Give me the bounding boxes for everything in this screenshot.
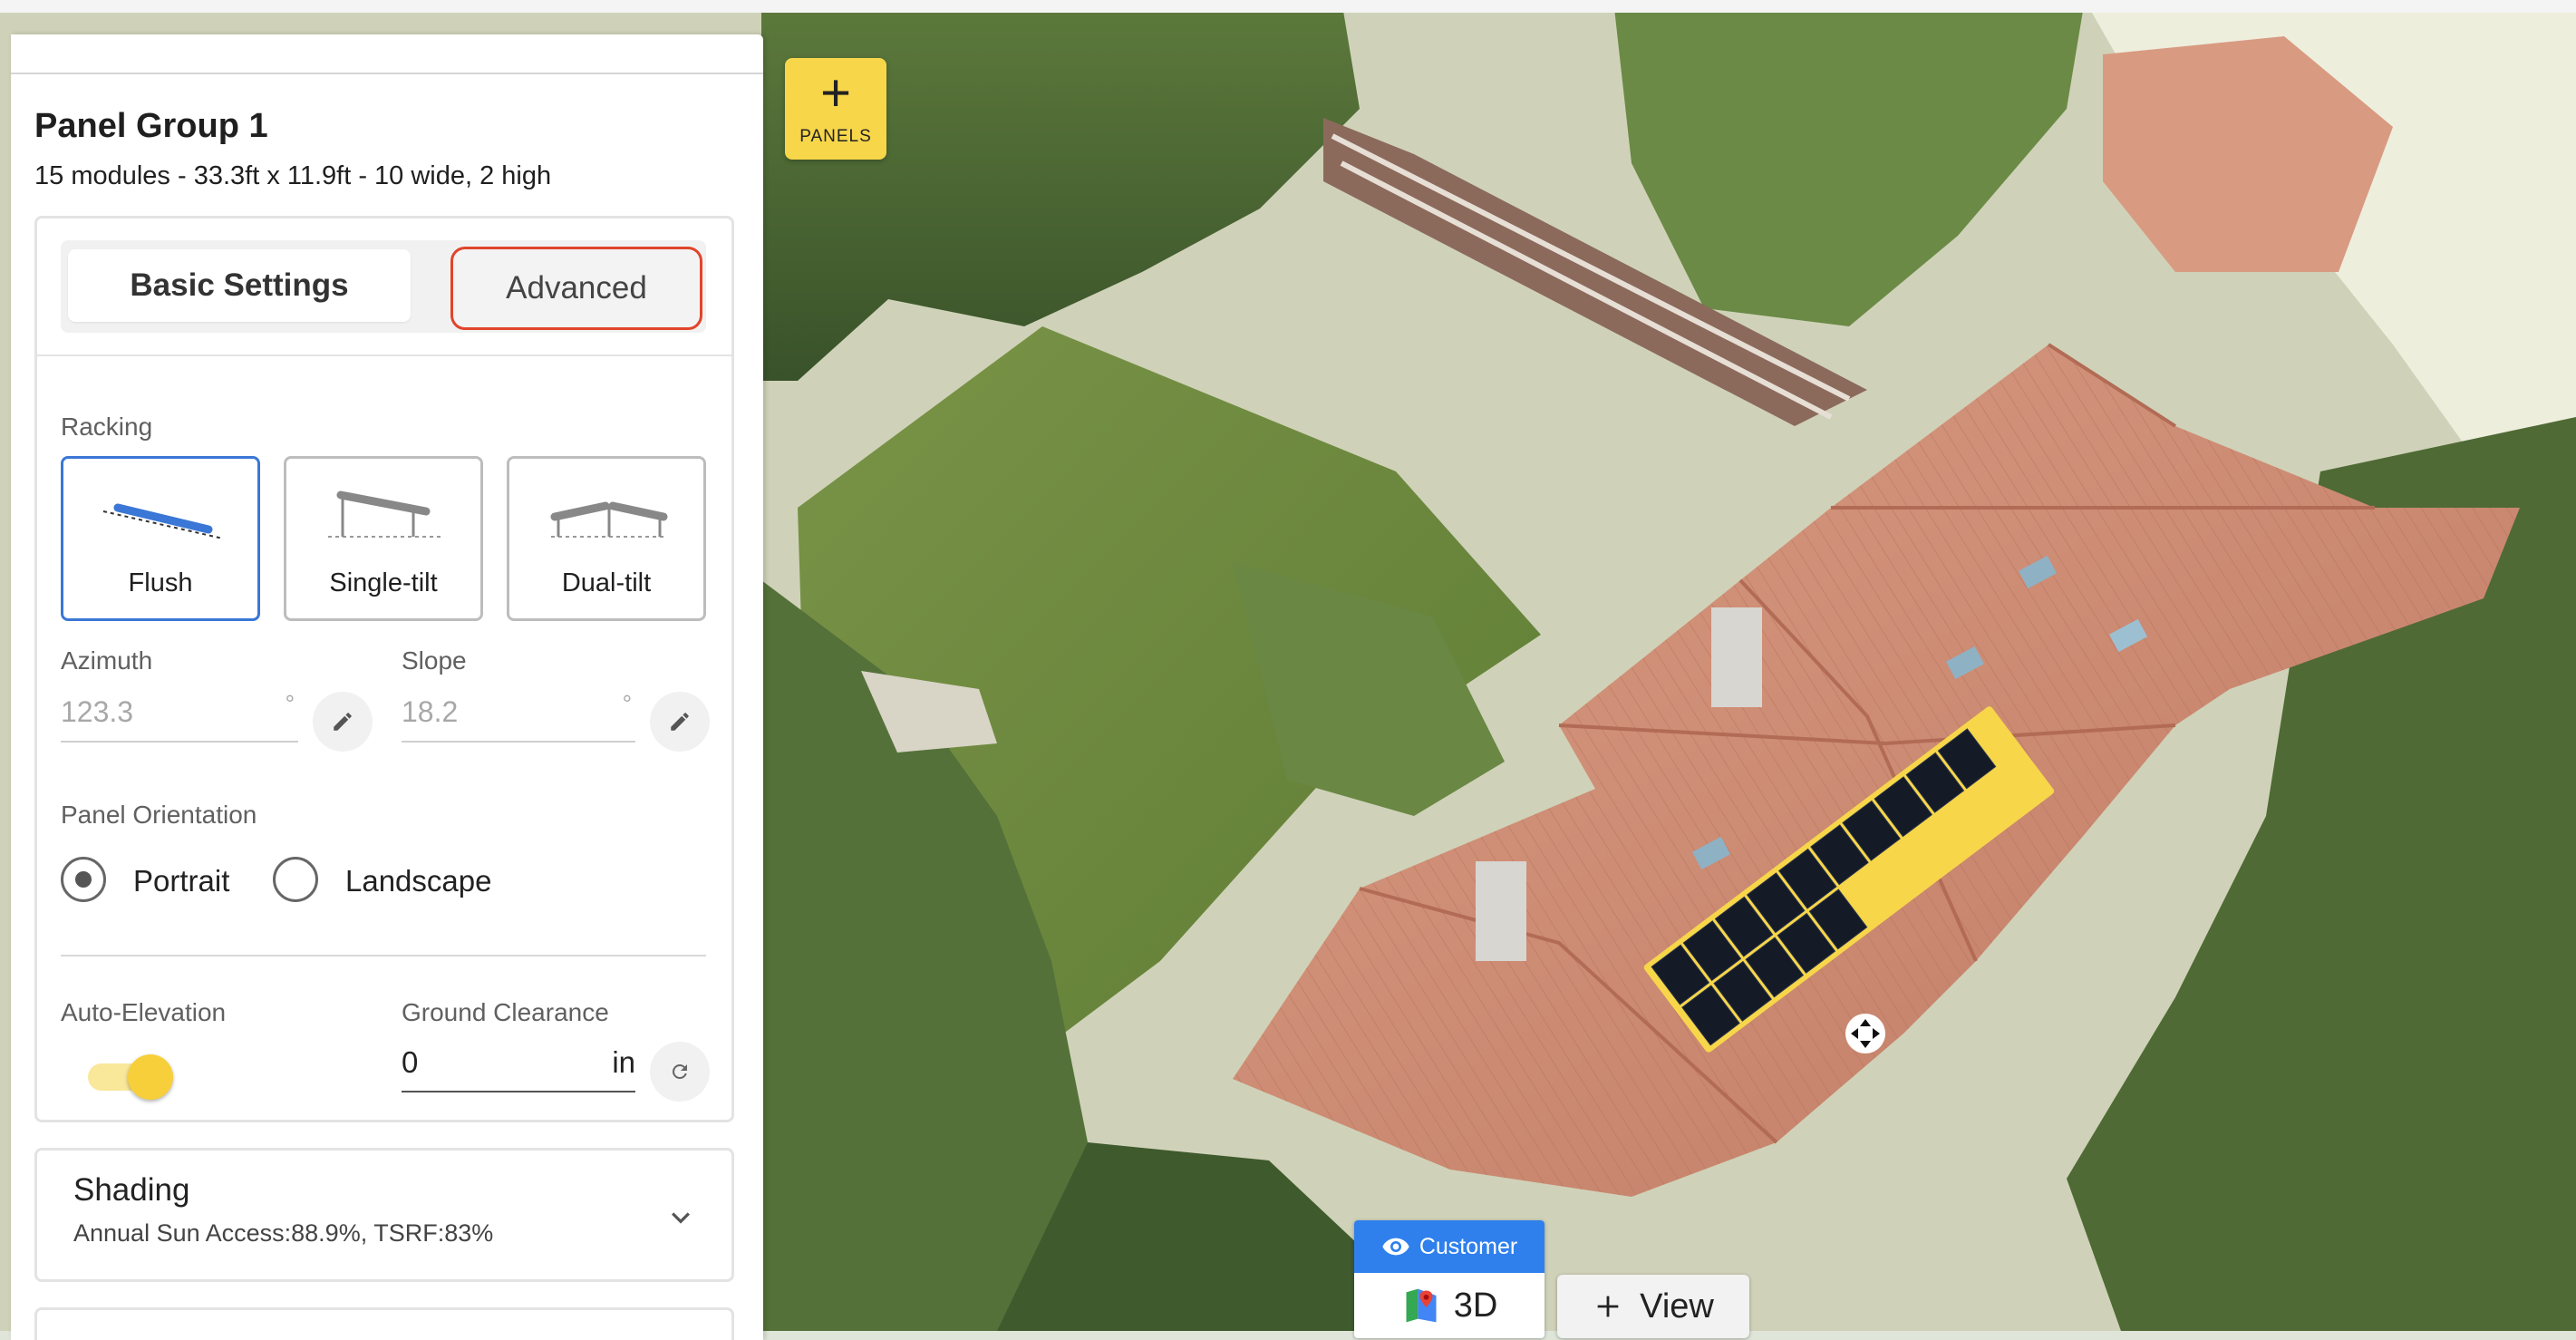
view-3d-button[interactable]: 3D [1354, 1273, 1545, 1338]
refresh-icon [672, 1064, 687, 1079]
view-3d-label: 3D [1453, 1286, 1498, 1325]
shading-section[interactable]: Shading Annual Sun Access:88.9%, TSRF:83… [34, 1148, 734, 1282]
next-section-card [34, 1307, 734, 1340]
shading-title: Shading [73, 1172, 190, 1208]
settings-tabs: Basic Settings Advanced [61, 240, 706, 333]
racking-option-dual-tilt[interactable]: Dual-tilt [507, 456, 706, 621]
racking-option-label: Dual-tilt [561, 568, 652, 597]
add-view-button[interactable]: View [1557, 1275, 1749, 1338]
racking-option-single-tilt[interactable]: Single-tilt [284, 456, 483, 621]
slope-label: Slope [402, 646, 467, 675]
single-tilt-racking-icon [328, 490, 444, 538]
azimuth-label: Azimuth [61, 646, 153, 675]
tab-advanced[interactable]: Advanced [450, 247, 702, 330]
view-mode-control: Customer 3D [1354, 1220, 1545, 1338]
landscape-radio-label[interactable]: Landscape [345, 864, 491, 898]
customer-view-label: Customer [1419, 1233, 1518, 1259]
ground-clearance-input[interactable]: 0 in [402, 1034, 635, 1092]
racking-option-label: Flush [128, 568, 193, 597]
sidebar-divider [11, 73, 763, 74]
portrait-radio[interactable] [61, 857, 106, 902]
plus-icon [1597, 1296, 1619, 1317]
top-strip [0, 0, 2576, 13]
ground-clearance-unit: in [612, 1045, 635, 1079]
orientation-divider [61, 955, 706, 956]
flush-racking-icon [102, 503, 224, 539]
slope-value: 18.2 [402, 695, 459, 728]
add-panels-button[interactable]: + PANELS [785, 58, 886, 160]
panel-group-sidebar: Panel Group 1 15 modules - 33.3ft x 11.9… [11, 34, 763, 1340]
auto-elevation-label: Auto-Elevation [61, 998, 227, 1026]
racking-label: Racking [61, 413, 153, 441]
panel-orientation-label: Panel Orientation [61, 801, 257, 829]
panel-group-summary: 15 modules - 33.3ft x 11.9ft - 10 wide, … [34, 161, 552, 190]
slope-edit-button[interactable] [650, 692, 710, 752]
dual-tilt-racking-icon [550, 501, 668, 538]
customer-view-button[interactable]: Customer [1354, 1220, 1545, 1273]
panels-button-label: PANELS [799, 127, 872, 146]
shading-summary: Annual Sun Access:88.9%, TSRF:83% [73, 1219, 494, 1247]
pencil-icon [334, 713, 352, 731]
slope-unit: ° [622, 690, 632, 717]
azimuth-edit-button[interactable] [313, 692, 373, 752]
tabs-divider [37, 354, 731, 356]
pencil-icon [671, 713, 689, 731]
auto-elevation-toggle-thumb[interactable] [128, 1054, 173, 1100]
add-view-label: View [1640, 1287, 1714, 1325]
panel-group-title: Panel Group 1 [34, 107, 268, 145]
ground-clearance-reset-button[interactable] [650, 1042, 710, 1102]
azimuth-value: 123.3 [61, 695, 134, 728]
tab-basic-settings[interactable]: Basic Settings [68, 249, 411, 322]
racking-option-label: Single-tilt [329, 568, 438, 597]
slope-input[interactable]: 18.2 ° [402, 686, 635, 743]
plus-icon: + [820, 63, 851, 122]
google-maps-icon [1406, 1288, 1437, 1323]
landscape-radio[interactable] [273, 857, 318, 902]
panel-settings-card: Basic Settings Advanced Racking Flush Si… [34, 216, 734, 1122]
ground-clearance-value: 0 [402, 1045, 419, 1079]
racking-option-flush[interactable]: Flush [61, 456, 260, 621]
azimuth-input[interactable]: 123.3 ° [61, 686, 298, 743]
ground-clearance-label: Ground Clearance [402, 998, 609, 1026]
eye-icon [1382, 1238, 1409, 1256]
chevron-down-icon[interactable] [663, 1199, 699, 1236]
azimuth-unit: ° [285, 690, 295, 717]
portrait-radio-label[interactable]: Portrait [133, 864, 229, 898]
